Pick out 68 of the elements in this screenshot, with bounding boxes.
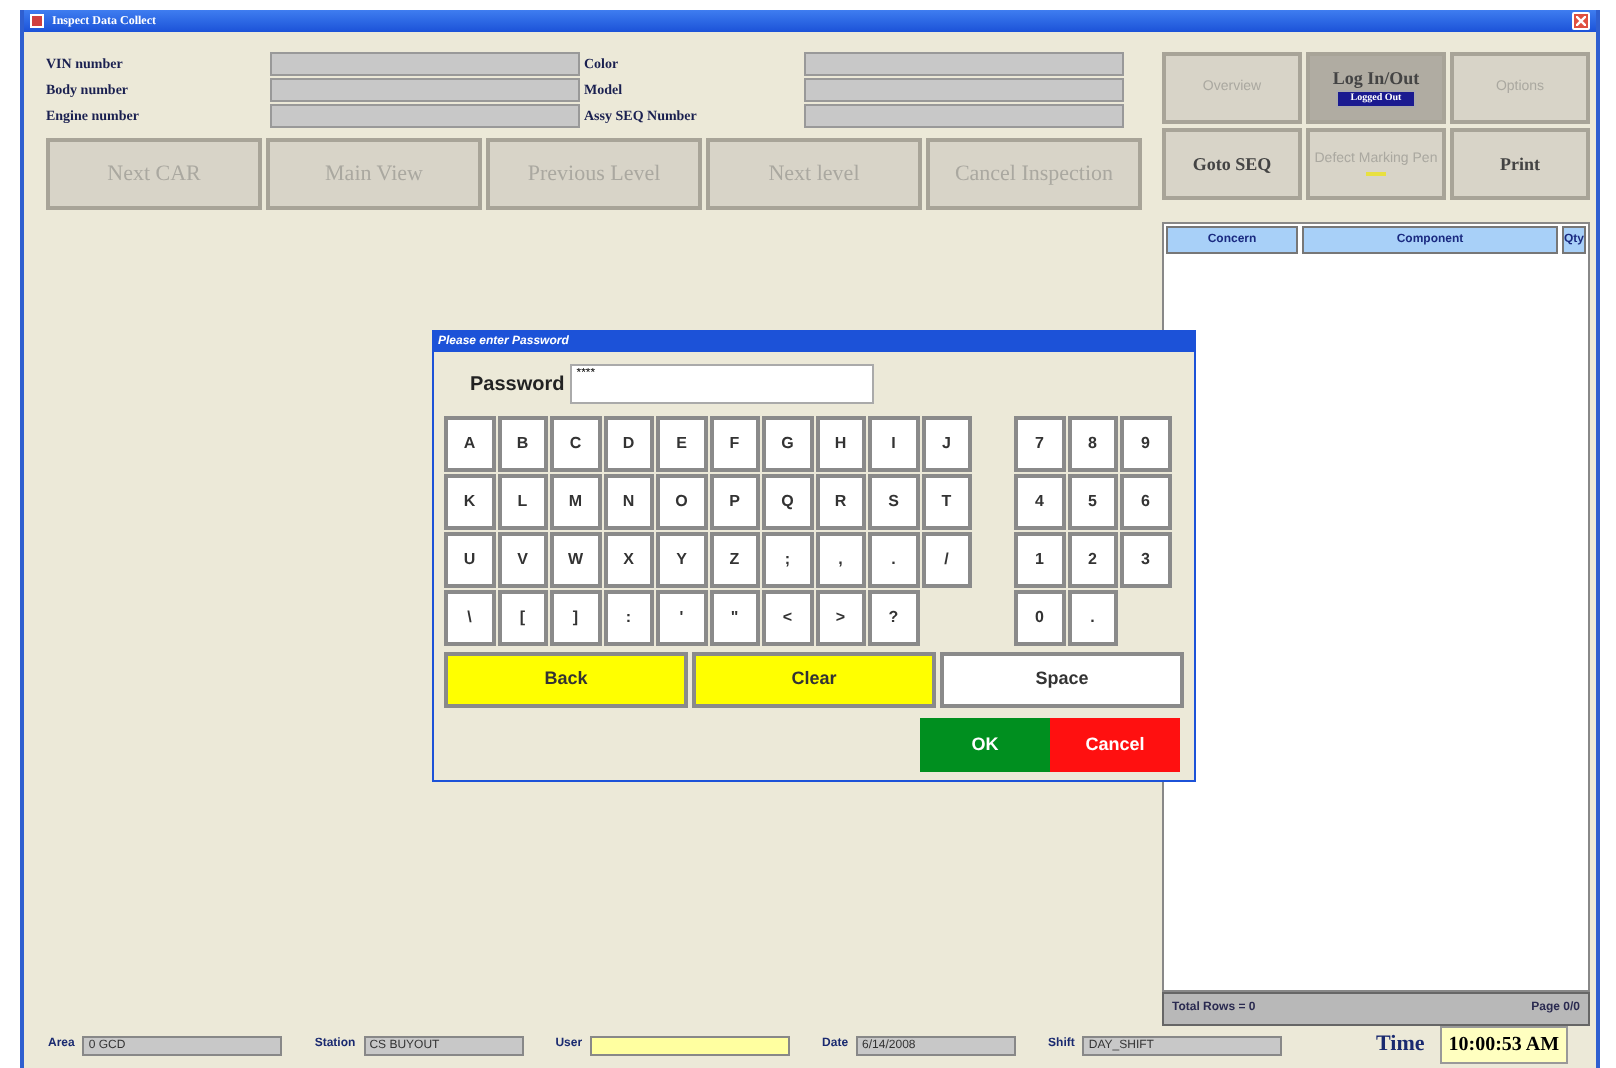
keyboard-key[interactable]: K [444, 474, 495, 530]
keyboard-key[interactable]: N [603, 474, 654, 530]
keyboard-key[interactable]: U [444, 532, 495, 588]
text-field[interactable] [270, 78, 580, 102]
keyboard-key[interactable]: I [868, 416, 919, 472]
keyboard-key[interactable]: C [550, 416, 601, 472]
keyboard-key[interactable]: . [868, 532, 919, 588]
dialog-button[interactable]: OK [920, 718, 1050, 772]
keypad-key[interactable]: 5 [1067, 474, 1118, 530]
keyboard-key[interactable]: " [709, 590, 760, 646]
keyboard-key[interactable]: E [656, 416, 707, 472]
keypad-key[interactable]: 4 [1014, 474, 1065, 530]
keypad-key[interactable]: 8 [1067, 416, 1118, 472]
keyboard-key[interactable]: Back [444, 652, 688, 708]
keyboard-key[interactable]: O [656, 474, 707, 530]
time-display: 10:00:53 AM [1440, 1026, 1568, 1064]
keyboard-key[interactable]: Clear [692, 652, 936, 708]
keyboard-key[interactable]: V [497, 532, 548, 588]
keyboard-key[interactable]: [ [497, 590, 548, 646]
text-field[interactable] [270, 104, 580, 128]
keyboard-key[interactable]: Space [940, 652, 1184, 708]
keypad-key[interactable]: 1 [1014, 532, 1065, 588]
keypad-key[interactable]: . [1067, 590, 1118, 646]
keyboard-key[interactable]: F [709, 416, 760, 472]
keyboard-key[interactable]: : [603, 590, 654, 646]
keyboard-key[interactable]: R [815, 474, 866, 530]
keyboard-key[interactable]: D [603, 416, 654, 472]
keyboard-key[interactable]: P [709, 474, 760, 530]
keyboard-key[interactable]: A [444, 416, 495, 472]
keypad-key[interactable]: 0 [1014, 590, 1065, 646]
keyboard-key[interactable]: M [550, 474, 601, 530]
keyboard-key[interactable]: H [815, 416, 866, 472]
time-label: Time [1376, 1030, 1425, 1061]
keyboard-key[interactable]: Y [656, 532, 707, 588]
keyboard-key[interactable]: / [921, 532, 972, 588]
keyboard-key[interactable]: X [603, 532, 654, 588]
keyboard-key[interactable]: T [921, 474, 972, 530]
text-field[interactable] [804, 52, 1124, 76]
keyboard-key[interactable]: , [815, 532, 866, 588]
keyboard-key[interactable]: ] [550, 590, 601, 646]
app-icon [30, 14, 44, 28]
keyboard-key[interactable]: > [815, 590, 866, 646]
keyboard-key[interactable]: B [497, 416, 548, 472]
keyboard-key[interactable]: S [868, 474, 919, 530]
keypad-key[interactable]: 9 [1120, 416, 1171, 472]
keyboard-key[interactable]: G [762, 416, 813, 472]
keyboard-key[interactable]: \ [444, 590, 495, 646]
keyboard-key[interactable]: ' [656, 590, 707, 646]
keyboard-key[interactable]: ; [762, 532, 813, 588]
keyboard-key[interactable]: L [497, 474, 548, 530]
keyboard-key[interactable]: Q [762, 474, 813, 530]
keypad-key[interactable]: 6 [1120, 474, 1171, 530]
keyboard-key[interactable]: Z [709, 532, 760, 588]
keypad-key[interactable]: 3 [1120, 532, 1171, 588]
keyboard-key[interactable]: J [921, 416, 972, 472]
dialog-button[interactable]: Cancel [1050, 718, 1180, 772]
keyboard-key[interactable]: W [550, 532, 601, 588]
password-label: Password [470, 371, 565, 399]
text-field[interactable] [270, 52, 580, 76]
side-button[interactable]: Goto SEQ [1162, 128, 1302, 200]
close-icon[interactable] [1572, 12, 1590, 30]
text-field[interactable] [804, 78, 1124, 102]
text-field[interactable] [804, 104, 1124, 128]
keypad-key[interactable]: 2 [1067, 532, 1118, 588]
side-button[interactable]: Print [1450, 128, 1590, 200]
keypad-key[interactable]: 7 [1014, 416, 1065, 472]
keyboard-key[interactable]: < [762, 590, 813, 646]
keyboard-key[interactable]: ? [868, 590, 919, 646]
